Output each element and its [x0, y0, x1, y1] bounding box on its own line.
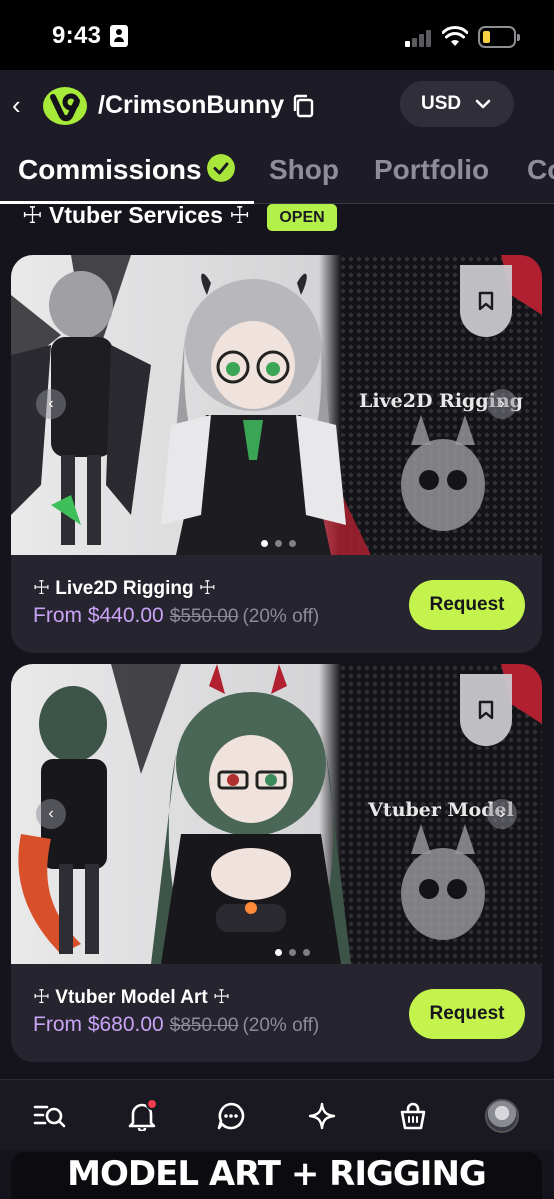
bookmark-icon: [478, 291, 494, 311]
section-title: ☩ Vtuber Services ☩: [22, 202, 250, 228]
commission-card[interactable]: Live2D Rigging ‹ › ☩ Live2D Rigging ☩ Fr…: [11, 255, 542, 653]
sparkle-icon: [308, 1102, 336, 1130]
price-row: From $440.00 $550.00 (20% off): [33, 604, 319, 628]
tab-shop[interactable]: Shop: [269, 154, 339, 186]
profile-tabs: Commissions Shop Portfolio Co: [0, 144, 554, 204]
carousel-prev-button[interactable]: ‹: [36, 389, 66, 419]
status-bar: 9:43: [0, 0, 554, 70]
profile-name: /CrimsonBunny: [98, 91, 285, 119]
nav-shop[interactable]: [395, 1098, 431, 1134]
nav-profile[interactable]: [484, 1098, 520, 1134]
shopping-bag-icon: [400, 1102, 426, 1130]
search-list-icon: [33, 1105, 66, 1128]
currency-dropdown[interactable]: USD: [400, 81, 514, 127]
tab-commissions[interactable]: Commissions: [18, 154, 202, 186]
preview-banner-text: MODEL ART + RIGGING: [67, 1154, 487, 1194]
app-logo: [43, 87, 87, 125]
card-title: ☩ Vtuber Model Art ☩: [33, 987, 230, 1008]
wifi-icon: [442, 26, 468, 46]
price-row: From $680.00 $850.00 (20% off): [33, 1013, 319, 1037]
back-chevron-icon[interactable]: ‹: [12, 92, 21, 118]
next-card-preview[interactable]: MODEL ART + RIGGING: [11, 1152, 542, 1199]
profile-header: ‹ /CrimsonBunny USD: [0, 70, 554, 144]
commission-card[interactable]: Vtuber Model ‹ › ☩ Vtuber Model Art ☩ Fr…: [11, 664, 542, 1062]
price: From $440.00: [33, 604, 164, 627]
status-badge: OPEN: [267, 204, 337, 231]
bookmark-button[interactable]: [460, 265, 512, 337]
card-title: ☩ Live2D Rigging ☩: [33, 578, 216, 599]
carousel-dots: [261, 540, 296, 547]
copy-icon[interactable]: [292, 94, 314, 118]
original-price: $550.00: [169, 606, 239, 627]
original-price: $850.00: [169, 1015, 239, 1036]
bookmark-button[interactable]: [460, 674, 512, 746]
bookmark-icon: [478, 700, 494, 720]
discount-label: (20% off): [242, 606, 320, 627]
tab-more[interactable]: Co: [527, 154, 554, 186]
nav-notifications[interactable]: [124, 1098, 160, 1134]
notification-dot: [146, 1098, 158, 1110]
currency-label: USD: [421, 93, 462, 114]
nav-messages[interactable]: [213, 1098, 249, 1134]
nav-search[interactable]: [32, 1098, 68, 1134]
nav-discover[interactable]: [304, 1098, 340, 1134]
verified-check-icon: [207, 154, 235, 182]
cellular-signal-icon: [405, 29, 433, 47]
discount-label: (20% off): [242, 1015, 320, 1036]
price: From $680.00: [33, 1013, 164, 1036]
request-button[interactable]: Request: [409, 580, 525, 630]
chevron-down-icon: [475, 99, 491, 109]
carousel-dots: [275, 949, 310, 956]
carousel-next-button[interactable]: ›: [487, 389, 517, 419]
avatar: [485, 1099, 519, 1133]
tab-portfolio[interactable]: Portfolio: [374, 154, 489, 186]
carousel-prev-button[interactable]: ‹: [36, 799, 66, 829]
contact-card-icon: [110, 25, 128, 47]
chat-icon: [217, 1102, 245, 1130]
carousel-next-button[interactable]: ›: [487, 799, 517, 829]
bottom-nav: [0, 1079, 554, 1151]
request-button[interactable]: Request: [409, 989, 525, 1039]
status-time: 9:43: [52, 22, 102, 49]
battery-icon: [478, 26, 520, 48]
